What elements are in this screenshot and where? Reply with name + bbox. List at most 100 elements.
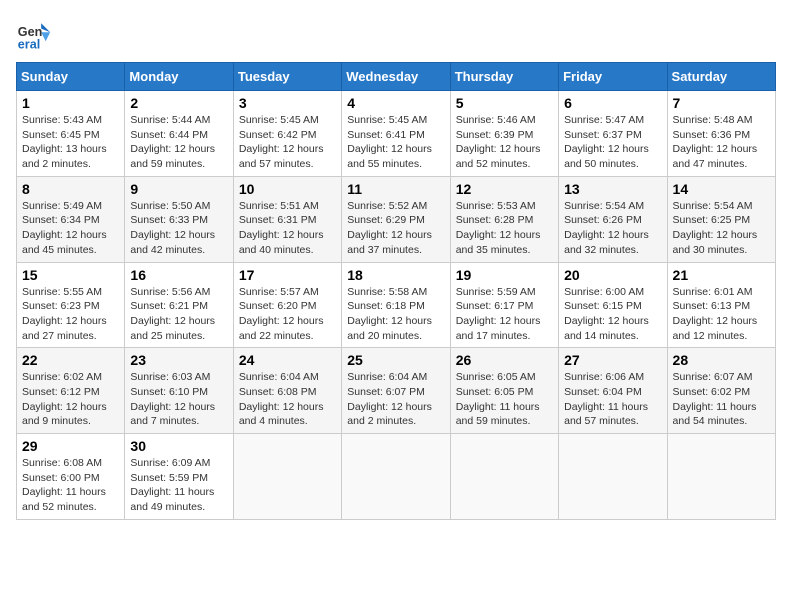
calendar-cell: 26 Sunrise: 6:05 AM Sunset: 6:05 PM Dayli… — [450, 348, 558, 434]
day-info: Sunrise: 6:07 AM Sunset: 6:02 PM Dayligh… — [673, 370, 770, 429]
day-number: 11 — [347, 181, 444, 197]
calendar-cell: 17 Sunrise: 5:57 AM Sunset: 6:20 PM Dayli… — [233, 262, 341, 348]
day-info: Sunrise: 5:53 AM Sunset: 6:28 PM Dayligh… — [456, 199, 553, 258]
day-info: Sunrise: 5:48 AM Sunset: 6:36 PM Dayligh… — [673, 113, 770, 172]
weekday-header-monday: Monday — [125, 63, 233, 91]
weekday-header-wednesday: Wednesday — [342, 63, 450, 91]
day-info: Sunrise: 5:46 AM Sunset: 6:39 PM Dayligh… — [456, 113, 553, 172]
calendar-cell: 7 Sunrise: 5:48 AM Sunset: 6:36 PM Daylig… — [667, 91, 775, 177]
calendar-cell: 18 Sunrise: 5:58 AM Sunset: 6:18 PM Dayli… — [342, 262, 450, 348]
day-info: Sunrise: 5:51 AM Sunset: 6:31 PM Dayligh… — [239, 199, 336, 258]
day-number: 10 — [239, 181, 336, 197]
day-number: 5 — [456, 95, 553, 111]
day-number: 1 — [22, 95, 119, 111]
day-info: Sunrise: 5:47 AM Sunset: 6:37 PM Dayligh… — [564, 113, 661, 172]
weekday-header-sunday: Sunday — [17, 63, 125, 91]
day-number: 8 — [22, 181, 119, 197]
calendar-week-row: 1 Sunrise: 5:43 AM Sunset: 6:45 PM Daylig… — [17, 91, 776, 177]
day-number: 30 — [130, 438, 227, 454]
calendar-week-row: 29 Sunrise: 6:08 AM Sunset: 6:00 PM Dayli… — [17, 434, 776, 520]
day-info: Sunrise: 5:57 AM Sunset: 6:20 PM Dayligh… — [239, 285, 336, 344]
calendar-cell: 28 Sunrise: 6:07 AM Sunset: 6:02 PM Dayli… — [667, 348, 775, 434]
weekday-header-row: SundayMondayTuesdayWednesdayThursdayFrid… — [17, 63, 776, 91]
day-info: Sunrise: 5:56 AM Sunset: 6:21 PM Dayligh… — [130, 285, 227, 344]
calendar-cell: 23 Sunrise: 6:03 AM Sunset: 6:10 PM Dayli… — [125, 348, 233, 434]
calendar-cell: 15Sunrise: 5:55 AM Sunset: 6:23 PM Dayli… — [17, 262, 125, 348]
calendar-cell: 5 Sunrise: 5:46 AM Sunset: 6:39 PM Daylig… — [450, 91, 558, 177]
calendar-cell: 24 Sunrise: 6:04 AM Sunset: 6:08 PM Dayli… — [233, 348, 341, 434]
calendar-cell: 30 Sunrise: 6:09 AM Sunset: 5:59 PM Dayli… — [125, 434, 233, 520]
day-number: 23 — [130, 352, 227, 368]
day-number: 12 — [456, 181, 553, 197]
calendar-cell: 9 Sunrise: 5:50 AM Sunset: 6:33 PM Daylig… — [125, 176, 233, 262]
day-number: 15 — [22, 267, 119, 283]
day-number: 19 — [456, 267, 553, 283]
calendar-cell: 19 Sunrise: 5:59 AM Sunset: 6:17 PM Dayli… — [450, 262, 558, 348]
calendar-cell: 27 Sunrise: 6:06 AM Sunset: 6:04 PM Dayli… — [559, 348, 667, 434]
calendar-cell: 25 Sunrise: 6:04 AM Sunset: 6:07 PM Dayli… — [342, 348, 450, 434]
day-info: Sunrise: 6:04 AM Sunset: 6:08 PM Dayligh… — [239, 370, 336, 429]
day-info: Sunrise: 5:59 AM Sunset: 6:17 PM Dayligh… — [456, 285, 553, 344]
calendar-cell: 8 Sunrise: 5:49 AM Sunset: 6:34 PM Daylig… — [17, 176, 125, 262]
calendar-cell: 29 Sunrise: 6:08 AM Sunset: 6:00 PM Dayli… — [17, 434, 125, 520]
day-number: 27 — [564, 352, 661, 368]
day-number: 13 — [564, 181, 661, 197]
day-info: Sunrise: 5:43 AM Sunset: 6:45 PM Dayligh… — [22, 113, 119, 172]
day-number: 21 — [673, 267, 770, 283]
calendar-cell: 11 Sunrise: 5:52 AM Sunset: 6:29 PM Dayli… — [342, 176, 450, 262]
day-number: 2 — [130, 95, 227, 111]
day-info: Sunrise: 6:08 AM Sunset: 6:00 PM Dayligh… — [22, 456, 119, 515]
day-info: Sunrise: 5:44 AM Sunset: 6:44 PM Dayligh… — [130, 113, 227, 172]
day-number: 25 — [347, 352, 444, 368]
calendar-cell: 20 Sunrise: 6:00 AM Sunset: 6:15 PM Dayli… — [559, 262, 667, 348]
logo-icon: Gen eral — [16, 16, 52, 52]
calendar-cell: 6 Sunrise: 5:47 AM Sunset: 6:37 PM Daylig… — [559, 91, 667, 177]
calendar-table: SundayMondayTuesdayWednesdayThursdayFrid… — [16, 62, 776, 520]
day-number: 18 — [347, 267, 444, 283]
calendar-cell: 10 Sunrise: 5:51 AM Sunset: 6:31 PM Dayli… — [233, 176, 341, 262]
day-info: Sunrise: 6:09 AM Sunset: 5:59 PM Dayligh… — [130, 456, 227, 515]
calendar-week-row: 15Sunrise: 5:55 AM Sunset: 6:23 PM Dayli… — [17, 262, 776, 348]
calendar-cell: 21 Sunrise: 6:01 AM Sunset: 6:13 PM Dayli… — [667, 262, 775, 348]
calendar-cell: 22 Sunrise: 6:02 AM Sunset: 6:12 PM Dayli… — [17, 348, 125, 434]
day-info: Sunrise: 6:03 AM Sunset: 6:10 PM Dayligh… — [130, 370, 227, 429]
day-number: 22 — [22, 352, 119, 368]
day-info: Sunrise: 6:02 AM Sunset: 6:12 PM Dayligh… — [22, 370, 119, 429]
day-number: 6 — [564, 95, 661, 111]
day-info: Sunrise: 5:49 AM Sunset: 6:34 PM Dayligh… — [22, 199, 119, 258]
calendar-cell: 3Sunrise: 5:45 AM Sunset: 6:42 PM Daylig… — [233, 91, 341, 177]
day-info: Sunrise: 5:52 AM Sunset: 6:29 PM Dayligh… — [347, 199, 444, 258]
day-number: 16 — [130, 267, 227, 283]
day-info: Sunrise: 5:50 AM Sunset: 6:33 PM Dayligh… — [130, 199, 227, 258]
day-info: Sunrise: 6:04 AM Sunset: 6:07 PM Dayligh… — [347, 370, 444, 429]
day-number: 9 — [130, 181, 227, 197]
day-number: 24 — [239, 352, 336, 368]
weekday-header-tuesday: Tuesday — [233, 63, 341, 91]
calendar-cell: 2 Sunrise: 5:44 AM Sunset: 6:44 PM Daylig… — [125, 91, 233, 177]
calendar-cell: 13 Sunrise: 5:54 AM Sunset: 6:26 PM Dayli… — [559, 176, 667, 262]
day-number: 26 — [456, 352, 553, 368]
day-info: Sunrise: 5:58 AM Sunset: 6:18 PM Dayligh… — [347, 285, 444, 344]
calendar-week-row: 8 Sunrise: 5:49 AM Sunset: 6:34 PM Daylig… — [17, 176, 776, 262]
day-info: Sunrise: 6:00 AM Sunset: 6:15 PM Dayligh… — [564, 285, 661, 344]
day-number: 4 — [347, 95, 444, 111]
day-number: 20 — [564, 267, 661, 283]
day-number: 17 — [239, 267, 336, 283]
calendar-cell — [559, 434, 667, 520]
calendar-cell: 16 Sunrise: 5:56 AM Sunset: 6:21 PM Dayli… — [125, 262, 233, 348]
day-number: 29 — [22, 438, 119, 454]
day-info: Sunrise: 5:54 AM Sunset: 6:26 PM Dayligh… — [564, 199, 661, 258]
day-info: Sunrise: 6:05 AM Sunset: 6:05 PM Dayligh… — [456, 370, 553, 429]
calendar-cell — [233, 434, 341, 520]
calendar-cell — [342, 434, 450, 520]
weekday-header-thursday: Thursday — [450, 63, 558, 91]
day-info: Sunrise: 6:01 AM Sunset: 6:13 PM Dayligh… — [673, 285, 770, 344]
day-number: 28 — [673, 352, 770, 368]
day-info: Sunrise: 6:06 AM Sunset: 6:04 PM Dayligh… — [564, 370, 661, 429]
calendar-week-row: 22 Sunrise: 6:02 AM Sunset: 6:12 PM Dayli… — [17, 348, 776, 434]
weekday-header-friday: Friday — [559, 63, 667, 91]
page-header: Gen eral — [16, 16, 776, 52]
day-number: 7 — [673, 95, 770, 111]
day-info: Sunrise: 5:45 AM Sunset: 6:42 PM Dayligh… — [239, 113, 336, 172]
day-number: 14 — [673, 181, 770, 197]
